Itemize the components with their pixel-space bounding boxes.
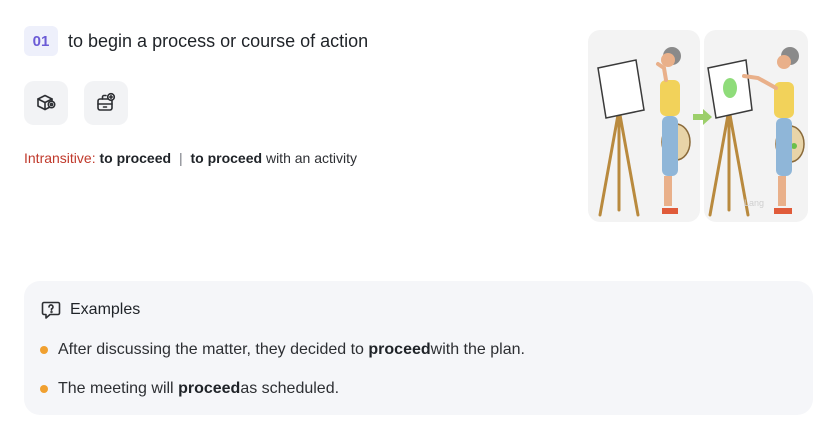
definition-number-badge: 01 [24, 26, 58, 56]
definition-row: 01 to begin a process or course of actio… [24, 26, 368, 56]
action-icons [24, 81, 128, 125]
grammar-separator: | [178, 150, 183, 166]
bullet-dot [40, 346, 48, 354]
example-text-before: The meeting will [58, 380, 174, 397]
grammar-form-1: to proceed [99, 150, 172, 166]
example-text-after: with the plan. [430, 341, 525, 358]
briefcase-add-icon [97, 92, 116, 111]
definition-text: to begin a process or course of action [68, 30, 369, 51]
illustration-watermark: Lang [744, 198, 764, 208]
cube-settings-button[interactable] [24, 81, 68, 125]
bullet-dot [40, 385, 48, 393]
example-item: The meeting will proceed as scheduled. [40, 378, 525, 400]
example-text-after: as scheduled. [240, 380, 340, 397]
examples-list: After discussing the matter, they decide… [40, 339, 525, 417]
examples-header: Examples [40, 299, 140, 321]
briefcase-add-button[interactable] [84, 81, 128, 125]
example-item: After discussing the matter, they decide… [40, 339, 525, 361]
grammar-pattern: Intransitive: to proceed | to proceed wi… [24, 150, 357, 166]
grammar-form-2-suffix: with an activity [262, 150, 357, 166]
examples-panel: Examples After discussing the matter, th… [24, 281, 813, 415]
example-keyword: proceed [368, 341, 431, 358]
example-text-before: After discussing the matter, they decide… [58, 341, 364, 358]
example-keyword: proceed [178, 380, 241, 397]
grammar-form-2: to proceed [190, 150, 263, 166]
illustration: Lang [588, 30, 808, 222]
painter-illustration-image: Lang [588, 30, 808, 222]
question-bubble-icon [41, 301, 61, 319]
examples-title: Examples [70, 301, 141, 318]
grammar-label: Intransitive: [24, 150, 96, 166]
cube-settings-icon [37, 94, 56, 111]
